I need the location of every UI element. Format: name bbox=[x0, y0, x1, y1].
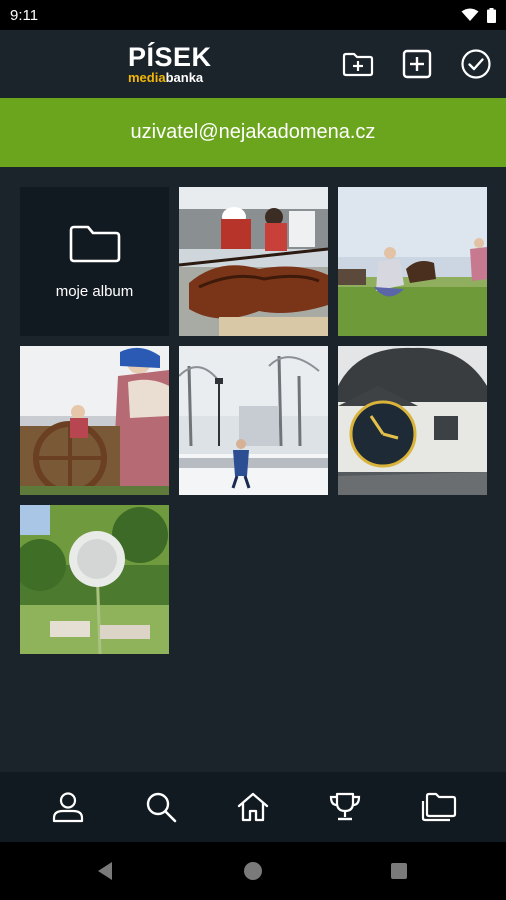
recents-square-icon bbox=[391, 863, 407, 879]
user-icon bbox=[53, 792, 84, 823]
search-icon bbox=[146, 792, 176, 823]
photo-thumbnail[interactable] bbox=[20, 505, 169, 654]
dancers-photo bbox=[338, 187, 487, 336]
logo-sub-rest: banka bbox=[165, 70, 204, 85]
album-label: moje album bbox=[55, 283, 134, 300]
album-tile[interactable]: moje album bbox=[20, 187, 169, 336]
add-album-button[interactable] bbox=[342, 49, 374, 79]
photo-thumbnail[interactable] bbox=[179, 346, 328, 495]
status-icons bbox=[461, 7, 496, 23]
violin-photo bbox=[179, 187, 328, 336]
photo-grid: moje album bbox=[0, 167, 506, 772]
nav-albums[interactable] bbox=[418, 787, 458, 827]
photo-thumbnail[interactable] bbox=[338, 346, 487, 495]
nav-search[interactable] bbox=[141, 787, 181, 827]
logo-title: PÍSEK bbox=[128, 42, 212, 72]
nav-contest[interactable] bbox=[325, 787, 365, 827]
status-time: 9:11 bbox=[10, 6, 39, 24]
folder-icon bbox=[69, 225, 120, 263]
photo-thumbnail[interactable] bbox=[179, 187, 328, 336]
spinning-photo bbox=[20, 346, 169, 495]
check-circle-icon bbox=[461, 49, 491, 79]
select-button[interactable] bbox=[460, 49, 492, 79]
nav-home[interactable] bbox=[233, 787, 273, 827]
nav-profile[interactable] bbox=[48, 787, 88, 827]
photo-thumbnail[interactable] bbox=[338, 187, 487, 336]
bottom-nav bbox=[0, 772, 506, 842]
photo-thumbnail[interactable] bbox=[20, 346, 169, 495]
clock-tower-photo bbox=[338, 346, 487, 495]
system-home-button[interactable] bbox=[241, 860, 265, 882]
plus-square-icon bbox=[402, 49, 432, 79]
battery-icon bbox=[487, 7, 496, 23]
logo-subtitle: mediabanka bbox=[128, 71, 228, 85]
add-photo-button[interactable] bbox=[401, 49, 433, 79]
snow-park-photo bbox=[179, 346, 328, 495]
user-email: uzivatel@nejakadomena.cz bbox=[130, 121, 376, 143]
app-logo: PÍSEK mediabanka bbox=[128, 43, 228, 87]
home-icon bbox=[237, 792, 269, 822]
home-circle-icon bbox=[244, 862, 262, 880]
folder-plus-icon bbox=[342, 52, 374, 77]
trophy-icon bbox=[330, 792, 361, 821]
wifi-icon bbox=[461, 8, 479, 21]
app-header: PÍSEK mediabanka bbox=[0, 30, 506, 98]
back-triangle-icon bbox=[98, 862, 112, 880]
user-bar: uzivatel@nejakadomena.cz bbox=[0, 98, 506, 167]
logo-sub-accent: media bbox=[128, 70, 166, 85]
dandelion-photo bbox=[20, 505, 169, 654]
system-nav bbox=[0, 842, 506, 900]
system-back-button[interactable] bbox=[93, 860, 117, 882]
status-bar: 9:11 bbox=[0, 0, 506, 30]
folders-icon bbox=[421, 792, 456, 822]
system-recents-button[interactable] bbox=[387, 860, 411, 882]
